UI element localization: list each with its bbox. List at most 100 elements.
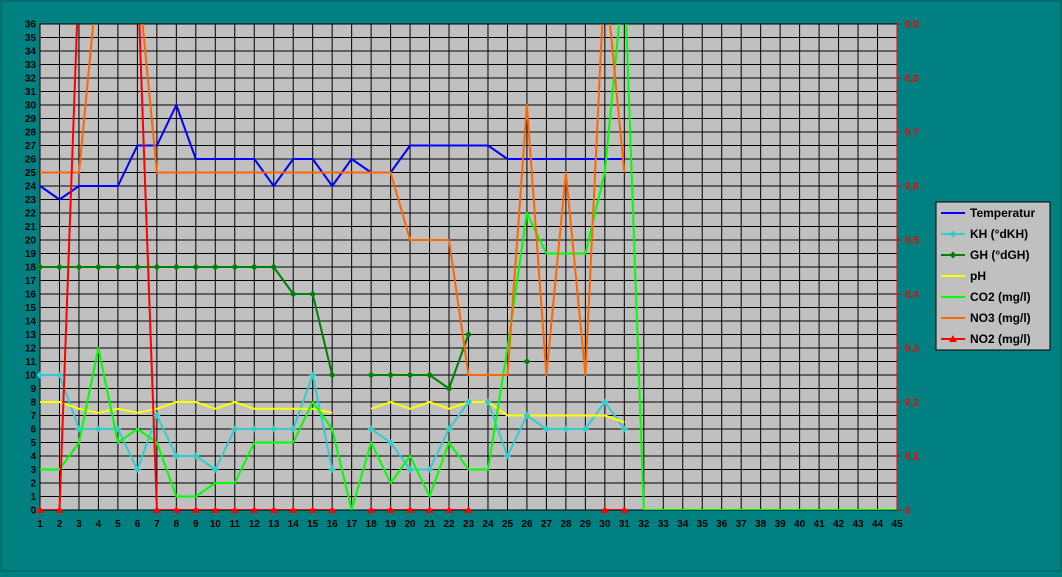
x-tick-label: 26 — [521, 519, 533, 530]
y2-tick-label: 0,1 — [905, 452, 919, 463]
y2-tick-label: 0,6 — [905, 182, 919, 193]
y2-tick-label: 0,8 — [905, 74, 919, 85]
legend-label: CO2 (mg/l) — [970, 290, 1031, 304]
y-tick-label: 17 — [25, 276, 37, 287]
x-tick-label: 20 — [405, 519, 417, 530]
x-tick-label: 27 — [541, 519, 553, 530]
legend-label: NO3 (mg/l) — [970, 311, 1031, 325]
x-tick-label: 18 — [366, 519, 378, 530]
x-tick-label: 29 — [580, 519, 592, 530]
x-tick-label: 24 — [482, 519, 494, 530]
x-tick-label: 1 — [37, 519, 43, 530]
x-tick-label: 45 — [891, 519, 903, 530]
x-tick-label: 41 — [814, 519, 826, 530]
x-tick-label: 15 — [307, 519, 319, 530]
y2-tick-label: 0,5 — [905, 236, 919, 247]
x-tick-label: 19 — [385, 519, 397, 530]
y-tick-label: 29 — [25, 114, 37, 125]
x-tick-label: 4 — [96, 519, 102, 530]
y-tick-label: 22 — [25, 209, 37, 220]
y-tick-label: 20 — [25, 236, 37, 247]
x-tick-label: 7 — [154, 519, 160, 530]
x-tick-label: 43 — [852, 519, 864, 530]
x-tick-label: 3 — [76, 519, 82, 530]
x-tick-label: 40 — [794, 519, 806, 530]
y-tick-label: 26 — [25, 155, 37, 166]
y-tick-label: 16 — [25, 290, 37, 301]
x-tick-label: 34 — [677, 519, 689, 530]
x-tick-label: 6 — [135, 519, 141, 530]
x-tick-label: 22 — [443, 519, 455, 530]
y2-tick-label: 0,2 — [905, 398, 919, 409]
y-tick-label: 23 — [25, 195, 37, 206]
legend-label: KH (°dKH) — [970, 227, 1028, 241]
y-tick-label: 27 — [25, 141, 37, 152]
y-tick-label: 8 — [30, 398, 36, 409]
legend: Temperatur KH (°dKH) GH (°dGH) pH CO2 (mg/l)… — [935, 201, 1051, 351]
y-tick-label: 11 — [25, 357, 36, 368]
x-tick-label: 11 — [229, 519, 240, 530]
x-tick-label: 14 — [288, 519, 300, 530]
x-tick-label: 42 — [833, 519, 845, 530]
y-tick-label: 36 — [25, 20, 37, 31]
y-tick-label: 25 — [25, 168, 37, 179]
x-tick-label: 10 — [210, 519, 222, 530]
y-tick-label: 28 — [25, 128, 37, 139]
y2-tick-label: 0 — [905, 506, 911, 517]
y-tick-label: 19 — [25, 249, 37, 260]
y-tick-label: 21 — [25, 222, 37, 233]
y-tick-label: 9 — [30, 384, 36, 395]
x-tick-label: 30 — [599, 519, 611, 530]
x-tick-label: 8 — [174, 519, 180, 530]
x-tick-label: 17 — [346, 519, 358, 530]
legend-label: NO2 (mg/l) — [970, 332, 1031, 346]
chart-container: 0 1 2 3 4 5 6 7 8 9 10 11 12 13 14 15 16 17 18 19 20 21 22 23 24… — [0, 0, 1062, 572]
y-tick-label: 4 — [30, 452, 36, 463]
y-tick-label: 32 — [25, 74, 37, 85]
y-tick-label: 30 — [25, 101, 37, 112]
y-tick-label: 15 — [25, 303, 37, 314]
x-tick-label: 44 — [872, 519, 884, 530]
y-tick-label: 35 — [25, 33, 37, 44]
legend-label: Temperatur — [970, 206, 1035, 220]
x-tick-label: 23 — [463, 519, 475, 530]
x-tick-label: 31 — [619, 519, 631, 530]
x-tick-label: 13 — [268, 519, 280, 530]
y-tick-label: 10 — [25, 371, 37, 382]
x-tick-label: 16 — [327, 519, 339, 530]
x-tick-label: 9 — [193, 519, 199, 530]
y2-tick-label: 0,3 — [905, 344, 919, 355]
y-tick-label: 24 — [25, 182, 37, 193]
legend-label: GH (°dGH) — [970, 248, 1029, 262]
x-tick-label: 38 — [755, 519, 767, 530]
x-tick-label: 2 — [57, 519, 63, 530]
water-values-chart: 0123456789101112131415161718192021222324… — [0, 0, 1062, 572]
x-tick-label: 36 — [716, 519, 728, 530]
x-tick-label: 32 — [638, 519, 650, 530]
x-tick-label: 5 — [115, 519, 121, 530]
y2-tick-label: 0,7 — [905, 128, 919, 139]
y-tick-label: 1 — [30, 492, 36, 503]
y-tick-label: 13 — [25, 330, 37, 341]
y-tick-label: 33 — [25, 60, 37, 71]
x-tick-label: 35 — [697, 519, 709, 530]
y-tick-label: 5 — [30, 438, 36, 449]
x-tick-label: 33 — [658, 519, 670, 530]
y-tick-label: 14 — [25, 317, 37, 328]
x-tick-label: 12 — [249, 519, 261, 530]
y-tick-label: 6 — [30, 425, 36, 436]
y-tick-label: 34 — [25, 47, 37, 58]
y-tick-label: 2 — [30, 479, 36, 490]
x-tick-label: 21 — [424, 519, 436, 530]
y2-tick-label: 0,9 — [905, 20, 919, 31]
x-tick-label: 37 — [736, 519, 748, 530]
y2-tick-label: 0,4 — [905, 290, 919, 301]
x-tick-label: 28 — [560, 519, 572, 530]
y-tick-label: 0 — [30, 506, 36, 517]
x-tick-label: 39 — [775, 519, 787, 530]
y-tick-label: 3 — [30, 465, 36, 476]
y-tick-label: 12 — [25, 344, 37, 355]
y-tick-label: 18 — [25, 263, 37, 274]
x-tick-label: 25 — [502, 519, 514, 530]
y-tick-label: 31 — [25, 87, 37, 98]
